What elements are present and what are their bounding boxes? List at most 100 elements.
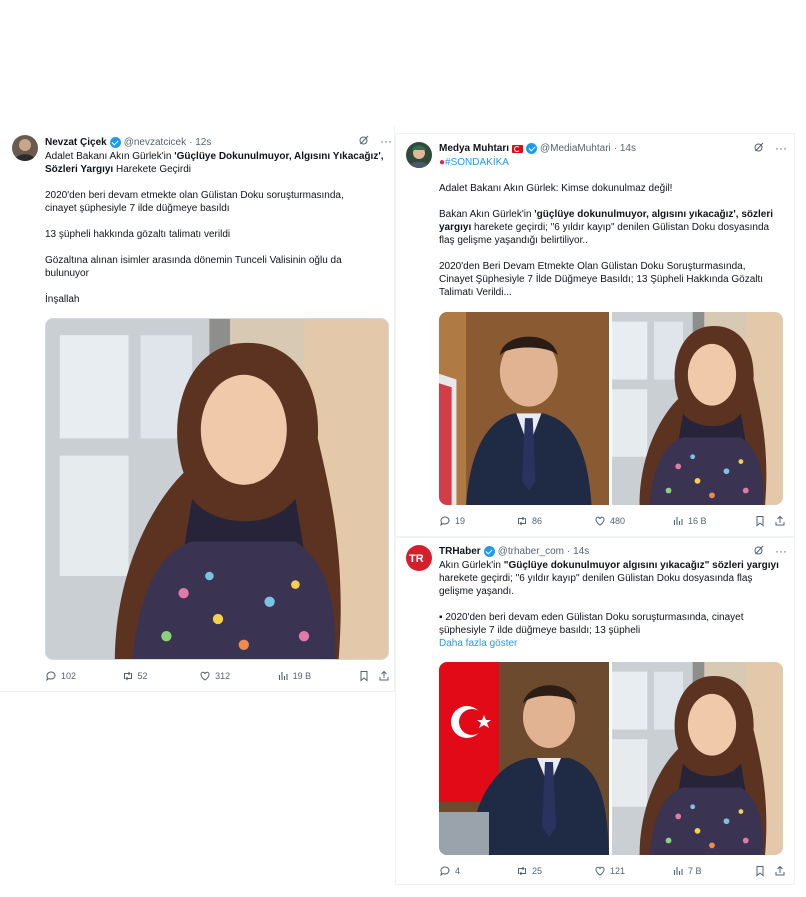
tweet-time[interactable]: · 12s bbox=[189, 137, 211, 148]
bookmark-icon bbox=[754, 515, 766, 527]
grok-icon[interactable] bbox=[753, 141, 765, 153]
views-button[interactable]: 19 B bbox=[277, 670, 359, 682]
repost-button[interactable]: 52 bbox=[122, 670, 200, 682]
reply-count: 4 bbox=[455, 866, 461, 876]
like-button[interactable]: 480 bbox=[594, 515, 672, 527]
more-icon[interactable]: ··· bbox=[775, 141, 787, 155]
author-handle[interactable]: @trhaber_com bbox=[498, 546, 564, 557]
like-button[interactable]: 312 bbox=[199, 670, 277, 682]
like-count: 121 bbox=[610, 866, 626, 876]
text-line: Talimatı Verildi... bbox=[439, 287, 512, 298]
bookmark-button[interactable] bbox=[358, 670, 378, 682]
action-bar: 4 25 121 7 B bbox=[439, 865, 789, 877]
avatar[interactable]: TR bbox=[406, 545, 432, 571]
grok-icon[interactable] bbox=[753, 544, 765, 556]
tweet-image[interactable] bbox=[439, 312, 609, 505]
repost-count: 25 bbox=[532, 866, 543, 876]
views-button[interactable]: 7 B bbox=[672, 865, 754, 877]
text-line: Akın Gürlek'in bbox=[439, 560, 504, 571]
reply-button[interactable]: 4 bbox=[439, 865, 516, 877]
hashtag-link[interactable]: #SONDAKİKA bbox=[445, 157, 509, 168]
views-icon bbox=[277, 670, 289, 682]
text-line: Cinayet Şüphesiyle 7 İlde Düğmeye Basıld… bbox=[439, 274, 764, 285]
verified-badge-icon bbox=[109, 137, 121, 148]
show-more-link[interactable]: Daha fazla göster bbox=[439, 637, 791, 650]
text-bold: 'güçlüye dokunulmuyor, algısını yıkacağı… bbox=[534, 209, 736, 220]
tweet-image[interactable] bbox=[439, 662, 609, 855]
tweet-time[interactable]: · 14s bbox=[567, 546, 589, 557]
grok-icon[interactable] bbox=[358, 134, 370, 146]
repost-icon bbox=[516, 515, 528, 527]
author-handle[interactable]: @MediaMuhtari bbox=[540, 143, 611, 154]
text-line: flaş gelişme yaşandığı belirtiliyor.. bbox=[439, 235, 588, 246]
text-line: Bakan Akın Gürlek'in bbox=[439, 209, 535, 220]
view-count: 7 B bbox=[688, 866, 702, 876]
share-button[interactable] bbox=[774, 865, 786, 877]
tweet-nevzat-cicek[interactable]: Nevzat Çiçek @nevzatcicek · 12s ··· Adal… bbox=[0, 126, 395, 692]
bookmark-button[interactable] bbox=[754, 865, 774, 877]
repost-count: 86 bbox=[532, 516, 543, 526]
avatar[interactable] bbox=[12, 135, 38, 161]
views-icon bbox=[672, 515, 684, 527]
tweet-image[interactable] bbox=[612, 312, 783, 505]
text-line: 2020'den Beri Devam Etmekte Olan Gülista… bbox=[439, 261, 746, 272]
more-icon[interactable]: ··· bbox=[775, 544, 787, 558]
tweet-image[interactable] bbox=[612, 662, 783, 855]
tweet-header: TRHaber @trhaber_com · 14s bbox=[439, 546, 589, 557]
tweet-text: ●#SONDAKİKA Adalet Bakanı Akın Gürlek: K… bbox=[439, 156, 789, 299]
share-icon bbox=[774, 865, 786, 877]
tweet-time[interactable]: · 14s bbox=[614, 143, 636, 154]
like-icon bbox=[199, 670, 211, 682]
like-button[interactable]: 121 bbox=[594, 865, 672, 877]
reply-button[interactable]: 19 bbox=[439, 515, 516, 527]
tweet-image[interactable] bbox=[45, 318, 389, 660]
view-count: 16 B bbox=[688, 516, 707, 526]
text-line: İnşallah bbox=[45, 294, 80, 305]
tweet-text: Adalet Bakanı Akın Gürlek'in 'Güçlüye Do… bbox=[45, 150, 385, 306]
tweet-trhaber[interactable]: TR TRHaber @trhaber_com · 14s ··· Akın G… bbox=[395, 537, 795, 885]
share-button[interactable] bbox=[774, 515, 786, 527]
repost-button[interactable]: 25 bbox=[516, 865, 594, 877]
like-count: 480 bbox=[610, 516, 626, 526]
text-line: 2020'den beri devam etmekte olan Gülista… bbox=[45, 190, 344, 201]
action-bar: 19 86 480 16 B bbox=[439, 515, 789, 527]
tweet-image-grid bbox=[439, 312, 783, 505]
tweet-header: Medya Muhtarı @MediaMuhtari · 14s bbox=[439, 143, 636, 154]
text-bold: yargıyı bbox=[439, 222, 472, 233]
tweet-medya-muhtari[interactable]: Medya Muhtarı @MediaMuhtari · 14s ··· ●#… bbox=[395, 133, 795, 537]
bookmark-icon bbox=[754, 865, 766, 877]
text-bold: , sözleri bbox=[735, 209, 774, 220]
text-line: 13 şüpheli hakkında gözaltı talimatı ver… bbox=[45, 229, 231, 240]
text-bold: 'Güçlüye Dokunulmuyor, Algısını Yıkacağı… bbox=[174, 151, 384, 162]
reply-count: 102 bbox=[61, 671, 77, 681]
author-name[interactable]: Nevzat Çiçek bbox=[45, 137, 107, 148]
bookmark-icon bbox=[358, 670, 370, 682]
text-line: harekete geçirdi; "6 yıldır kayıp" denil… bbox=[471, 222, 770, 233]
text-line: Harekete Geçirdi bbox=[113, 164, 191, 175]
verified-badge-icon bbox=[483, 546, 495, 557]
repost-icon bbox=[122, 670, 134, 682]
reply-button[interactable]: 102 bbox=[45, 670, 122, 682]
share-icon bbox=[774, 515, 786, 527]
author-name[interactable]: TRHaber bbox=[439, 546, 481, 557]
share-button[interactable] bbox=[378, 670, 390, 682]
text-line: bulunuyor bbox=[45, 268, 89, 279]
more-icon[interactable]: ··· bbox=[380, 134, 392, 148]
reply-icon bbox=[439, 865, 451, 877]
bookmark-button[interactable] bbox=[754, 515, 774, 527]
repost-button[interactable]: 86 bbox=[516, 515, 594, 527]
text-line: şüphesiyle 7 ilde düğmeye basıldı; 13 şü… bbox=[439, 625, 641, 636]
views-button[interactable]: 16 B bbox=[672, 515, 754, 527]
author-handle[interactable]: @nevzatcicek bbox=[124, 137, 186, 148]
text-line: gelişme yaşandı. bbox=[439, 586, 515, 597]
tweet-image-grid bbox=[439, 662, 783, 855]
repost-count: 52 bbox=[137, 671, 148, 681]
like-count: 312 bbox=[215, 671, 231, 681]
svg-text:TR: TR bbox=[409, 553, 424, 565]
reply-icon bbox=[439, 515, 451, 527]
author-name[interactable]: Medya Muhtarı bbox=[439, 143, 509, 154]
repost-icon bbox=[516, 865, 528, 877]
avatar[interactable] bbox=[406, 142, 432, 168]
text-bold: "Güçlüye dokunulmuyor algısını yıkacağız… bbox=[503, 560, 779, 571]
text-line: Adalet Bakanı Akın Gürlek: Kimse dokunul… bbox=[439, 183, 673, 194]
